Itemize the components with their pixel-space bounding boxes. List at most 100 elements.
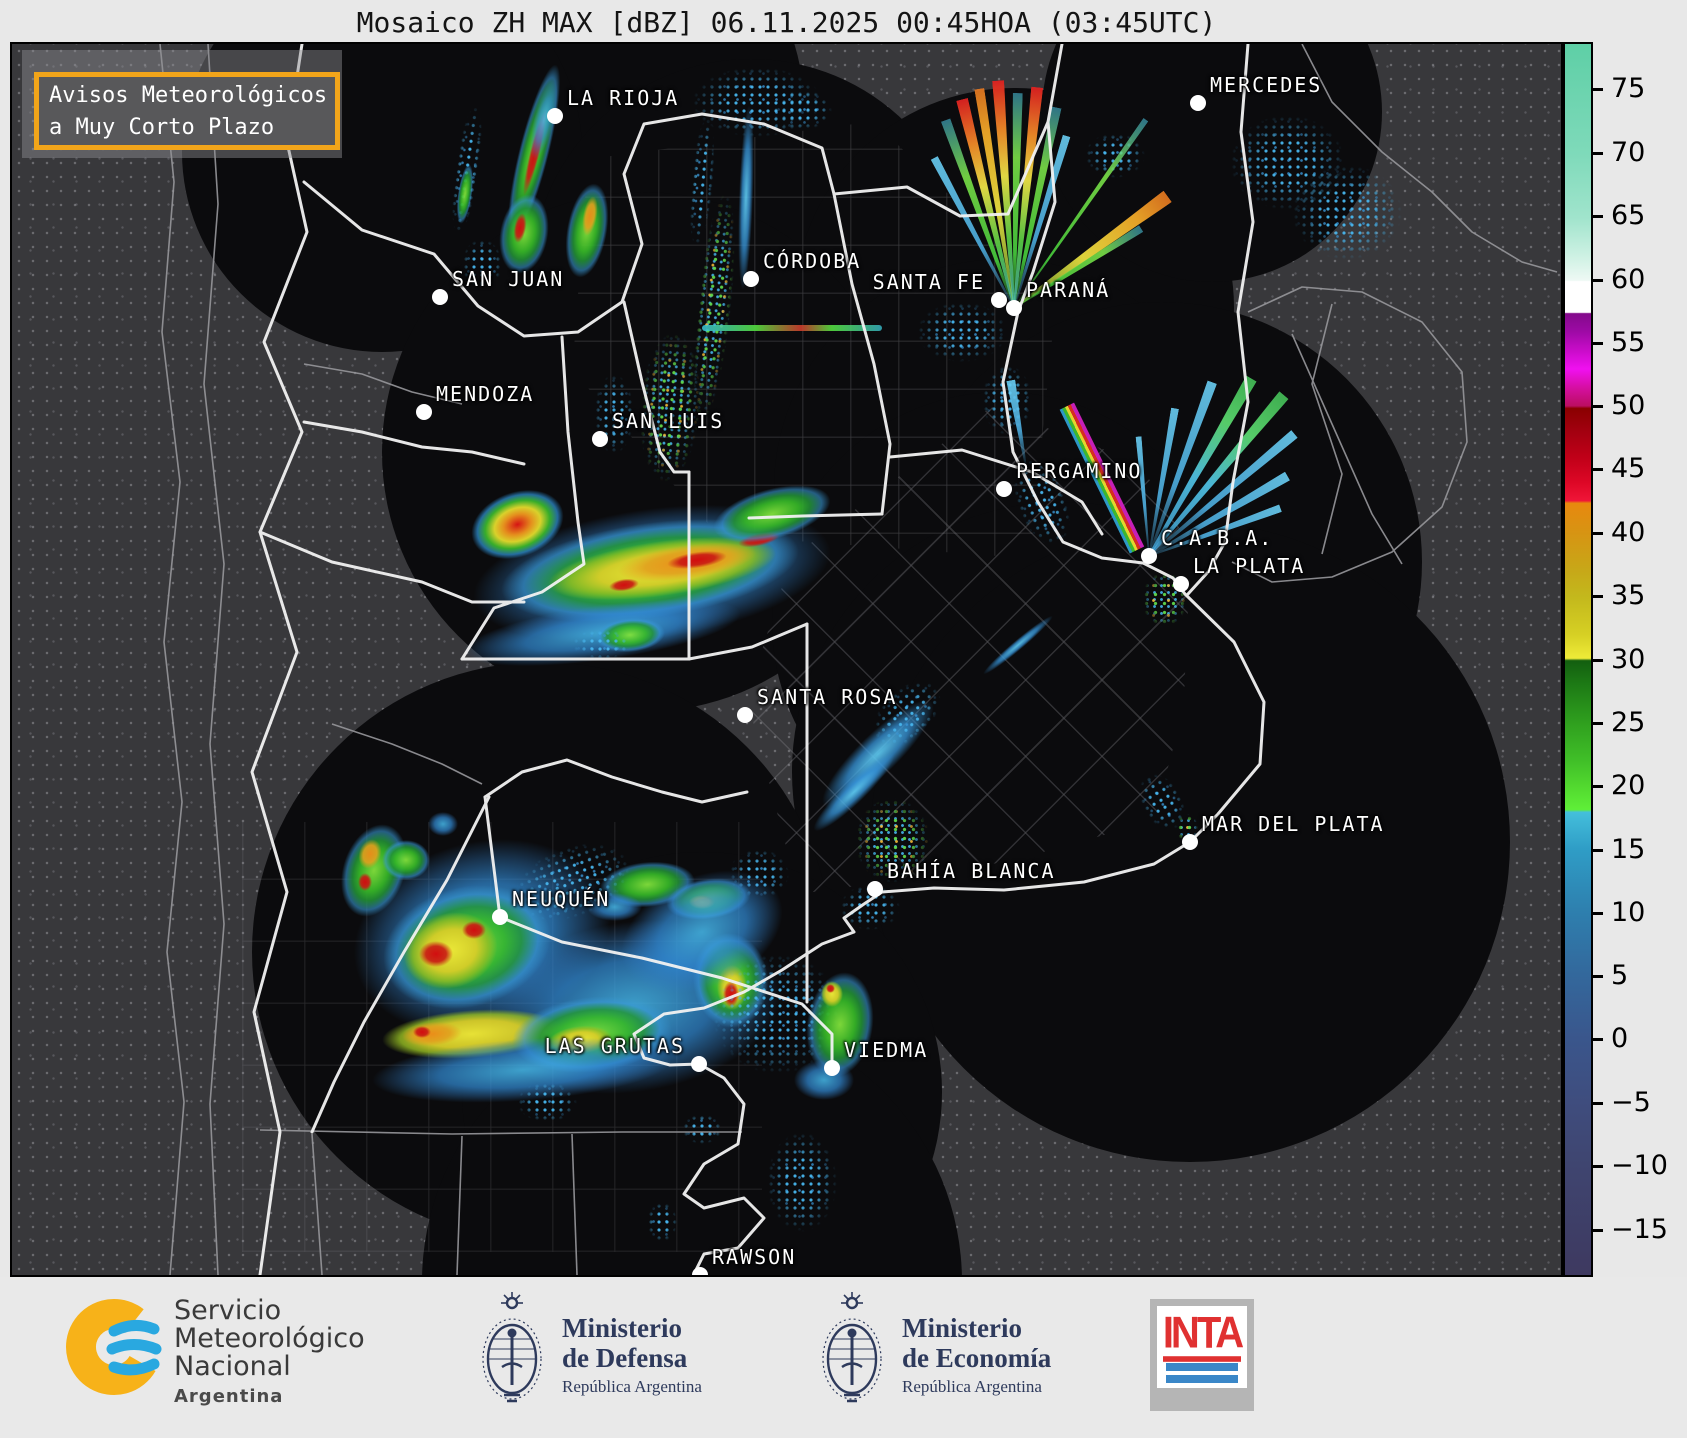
colorbar-tick-mark xyxy=(1593,215,1603,218)
colorbar-tick-label: 30 xyxy=(1611,644,1645,675)
city-label: C.A.B.A. xyxy=(1161,526,1273,550)
colorbar-tick-mark xyxy=(1593,1038,1603,1041)
city-label: VIEDMA xyxy=(844,1038,928,1062)
colorbar-tick-label: 0 xyxy=(1611,1023,1628,1054)
city-label: SAN JUAN xyxy=(452,267,564,291)
colorbar-tick-label: 20 xyxy=(1611,770,1645,801)
city-label: LAS GRUTAS xyxy=(545,1034,685,1058)
colorbar-tick-mark xyxy=(1593,595,1603,598)
colorbar-tick-mark xyxy=(1593,785,1603,788)
city-dot xyxy=(691,1056,707,1072)
economia-line1: Ministerio xyxy=(902,1313,1051,1343)
city-label: RAWSON xyxy=(712,1245,796,1269)
colorbar-tick-label: 60 xyxy=(1611,264,1645,295)
colorbar-tick-mark xyxy=(1593,532,1603,535)
colorbar-tick-mark xyxy=(1593,88,1603,91)
city-dot xyxy=(996,481,1012,497)
colorbar-tick-label: 35 xyxy=(1611,580,1645,611)
colorbar-tick-mark xyxy=(1593,468,1603,471)
inta-bar-top xyxy=(1166,1363,1238,1371)
smn-logo-icon xyxy=(62,1295,166,1399)
colorbar-tick-label: 45 xyxy=(1611,453,1645,484)
city-dot xyxy=(432,289,448,305)
city-dot xyxy=(1182,834,1198,850)
inta-wordmark: INTA xyxy=(1163,1309,1241,1362)
city-dot xyxy=(592,431,608,447)
colorbar-tick-mark xyxy=(1593,912,1603,915)
warning-line1: Avisos Meteorológicos xyxy=(49,83,327,108)
footer: Servicio Meteorológico Nacional Argentin… xyxy=(0,1277,1687,1438)
city-label: NEUQUÉN xyxy=(512,887,610,911)
warning-box[interactable]: Avisos Meteorológicos a Muy Corto Plazo xyxy=(34,72,340,150)
city-dot xyxy=(743,271,759,287)
colorbar-tick-label: 5 xyxy=(1611,960,1628,991)
city-dot xyxy=(824,1060,840,1076)
colorbar-tick-label: 25 xyxy=(1611,707,1645,738)
city-dot xyxy=(416,404,432,420)
colorbar-tick-label: 70 xyxy=(1611,137,1645,168)
colorbar-tick-label: −10 xyxy=(1611,1150,1668,1181)
city-label: SANTA FE xyxy=(873,270,985,294)
city-label: BAHÍA BLANCA xyxy=(887,859,1056,883)
defensa-line2: de Defensa xyxy=(562,1343,702,1373)
colorbar-tick-label: 10 xyxy=(1611,897,1645,928)
city-label: MAR DEL PLATA xyxy=(1202,812,1385,836)
colorbar-tick-label: 75 xyxy=(1611,73,1645,104)
colorbar-tick-label: 15 xyxy=(1611,834,1645,865)
city-label: PERGAMINO xyxy=(1016,459,1142,483)
colorbar-tick-mark xyxy=(1593,1102,1603,1105)
colorbar-tick-mark xyxy=(1593,279,1603,282)
smn-name-line3: Nacional xyxy=(174,1353,365,1381)
economia-sub: República Argentina xyxy=(902,1377,1051,1397)
city-label: LA PLATA xyxy=(1193,554,1305,578)
city-label: LA RIOJA xyxy=(567,86,679,110)
inta-logo-inner: INTA xyxy=(1157,1306,1247,1388)
defensa-sub: República Argentina xyxy=(562,1377,702,1397)
city-dot xyxy=(737,707,753,723)
colorbar-tick-label: 40 xyxy=(1611,517,1645,548)
city-dot xyxy=(692,1267,708,1277)
economia-line2: de Economía xyxy=(902,1343,1051,1373)
colorbar-tick-mark xyxy=(1593,342,1603,345)
smn-country: Argentina xyxy=(174,1383,365,1411)
smn-logo: Servicio Meteorológico Nacional Argentin… xyxy=(62,1295,402,1425)
colorbar-tick-mark xyxy=(1593,975,1603,978)
city-dot xyxy=(991,292,1007,308)
smn-name-line1: Servicio xyxy=(174,1297,365,1325)
city-dot xyxy=(1141,548,1157,564)
colorbar-tick-mark xyxy=(1593,659,1603,662)
inta-bar-bottom xyxy=(1166,1375,1238,1383)
colorbar-tick-label: 55 xyxy=(1611,327,1645,358)
colorbar-tick-mark xyxy=(1593,152,1603,155)
city-dot xyxy=(547,108,563,124)
city-label: MERCEDES xyxy=(1210,73,1322,97)
inta-logo: INTA xyxy=(1150,1299,1254,1411)
colorbar-tick-label: 65 xyxy=(1611,200,1645,231)
warning-line2: a Muy Corto Plazo xyxy=(49,115,274,140)
colorbar-tick-label: −5 xyxy=(1611,1087,1651,1118)
colorbar-tick-mark xyxy=(1593,405,1603,408)
radar-map: LA RIOJA MERCEDES SAN JUAN CÓRDOBA SANTA FE P… xyxy=(10,42,1563,1277)
ministerio-defensa-logo: Ministerio de Defensa República Argentin… xyxy=(472,1291,772,1425)
colorbar-ticks: 757065605550454035302520151050−5−10−15 xyxy=(1593,42,1683,1277)
colorbar-gradient xyxy=(1565,44,1591,1275)
city-label: SAN LUIS xyxy=(612,409,724,433)
smn-name-line2: Meteorológico xyxy=(174,1325,365,1353)
defensa-line1: Ministerio xyxy=(562,1313,702,1343)
border-lines xyxy=(12,44,1561,1275)
radar-mosaic-page: Mosaico ZH MAX [dBZ] 06.11.2025 00:45HOA… xyxy=(0,0,1687,1438)
coat-of-arms-icon xyxy=(812,1291,892,1411)
colorbar-tick-label: 50 xyxy=(1611,390,1645,421)
city-dot xyxy=(867,881,883,897)
city-label: SANTA ROSA xyxy=(757,685,897,709)
city-label: CÓRDOBA xyxy=(763,249,861,273)
page-title: Mosaico ZH MAX [dBZ] 06.11.2025 00:45HOA… xyxy=(10,6,1563,39)
colorbar-tick-mark xyxy=(1593,849,1603,852)
colorbar-tick-mark xyxy=(1593,1165,1603,1168)
colorbar-tick-mark xyxy=(1593,722,1603,725)
city-dot xyxy=(1190,95,1206,111)
city-dot xyxy=(1173,576,1189,592)
city-dot xyxy=(1006,300,1022,316)
ministerio-economia-logo: Ministerio de Economía República Argenti… xyxy=(812,1291,1112,1425)
city-label: MENDOZA xyxy=(436,382,534,406)
